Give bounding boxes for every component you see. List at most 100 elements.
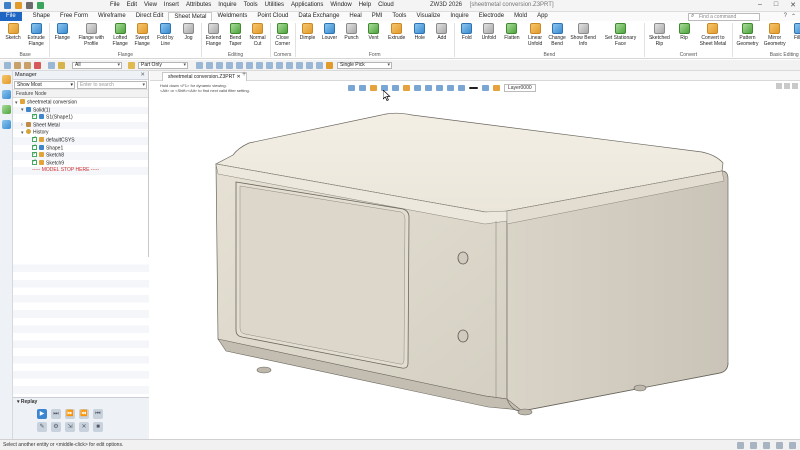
pick-mode-select[interactable]: Single Pick [337,62,392,69]
flange-button[interactable]: Flange [51,23,73,41]
part-filter-icon[interactable] [128,62,135,69]
menu-help[interactable]: Help [359,2,371,8]
new-file-icon[interactable] [15,2,22,9]
maximize-icon[interactable]: □ [774,1,778,9]
rip-button[interactable]: Rip [673,23,695,41]
status-ortho-icon[interactable] [776,442,783,449]
open-file-icon[interactable] [26,2,33,9]
app-logo-icon[interactable] [4,2,11,9]
show-filter-select[interactable]: Show Most [14,81,75,89]
sketched-rip-button[interactable]: Sketched Rip [646,23,673,47]
change-bend-button[interactable]: Change Bend [546,23,568,47]
menu-cloud[interactable]: Cloud [378,2,394,8]
extend-flange-button[interactable]: Extend Flange [203,23,225,47]
manager-search-input[interactable]: Enter to search [77,81,147,89]
sheet-metal-model[interactable] [150,81,800,439]
tab-free-form[interactable]: Free Form [55,12,93,21]
unfold-button[interactable]: Unfold [478,23,500,41]
tab-sheet-metal[interactable]: Sheet Metal [168,12,213,21]
tab-visualize[interactable]: Visualize [411,12,445,21]
fast-backward-icon[interactable]: ⏪ [79,409,89,419]
close-corner-button[interactable]: Close Corner [272,23,294,47]
history-manager-icon[interactable] [1,75,11,84]
visibility-checkbox[interactable] [32,113,37,120]
pick-solid-icon[interactable] [266,62,273,69]
filter-select[interactable]: All [72,62,122,69]
tab-mold[interactable]: Mold [509,12,532,21]
pick-plane-icon[interactable] [286,62,293,69]
flatten-button[interactable]: Flatten [500,23,524,41]
sketch-button[interactable]: Sketch [2,23,24,41]
layer-icon[interactable] [48,62,55,69]
hole-button[interactable]: Hole [409,23,431,41]
assembly-manager-icon[interactable] [1,90,11,99]
pick-datum-icon[interactable] [306,62,313,69]
normal-cut-button[interactable]: Normal Cut [247,23,269,47]
mirror-button[interactable]: Mirror Geometry [761,23,788,47]
pick-settings-icon[interactable] [326,62,333,69]
tab-wireframe[interactable]: Wireframe [93,12,131,21]
status-grid-icon[interactable] [737,442,744,449]
tree-item[interactable]: Sketch9 [13,158,148,168]
status-fullscreen-icon[interactable] [789,442,796,449]
visibility-checkbox[interactable] [32,158,37,166]
fast-forward-icon[interactable]: ⏩ [65,409,75,419]
flange-profile-button[interactable]: Flange with Profile [73,23,109,47]
lofted-flange-button[interactable]: Lofted Flange [109,23,131,47]
louver-button[interactable]: Louver [319,23,341,41]
linear-unfold-button[interactable]: Linear Unfold [524,23,546,47]
tab-shape[interactable]: Shape [28,12,55,21]
pin-icon[interactable]: ✕ [140,71,145,80]
tab-data-exchange[interactable]: Data Exchange [293,12,344,21]
pick-curve-icon[interactable] [246,62,253,69]
redo-icon[interactable] [24,62,31,69]
menu-utilities[interactable]: Utilities [265,2,284,8]
visibility-checkbox[interactable] [32,143,37,151]
extrude-flange-button[interactable]: Extrude Flange [24,23,48,47]
play-icon[interactable]: ▶ [37,409,47,419]
vent-button[interactable]: Vent [363,23,385,41]
status-view-icon[interactable] [763,442,770,449]
tree-item[interactable]: ----- MODEL STOP HERE ----- [13,167,148,175]
add-button[interactable]: Add [431,23,453,41]
swept-flange-button[interactable]: Swept Flange [131,23,153,47]
pick-body-icon[interactable] [236,62,243,69]
cancel-icon[interactable]: ✕ [79,422,89,432]
stop-icon[interactable]: ■ [93,422,103,432]
tab-direct-edit[interactable]: Direct Edit [131,12,169,21]
undo-icon[interactable] [14,62,21,69]
fold-button[interactable]: Fold [456,23,478,41]
pick-sketch-icon[interactable] [276,62,283,69]
edit-icon[interactable]: ✎ [37,422,47,432]
menu-insert[interactable]: Insert [164,2,179,8]
jog-button[interactable]: Jog [178,23,200,41]
tab-electrode[interactable]: Electrode [474,12,509,21]
new-tab-icon[interactable]: + [242,71,246,78]
punch-button[interactable]: Punch [341,23,363,41]
bend-taper-button[interactable]: Bend Taper [225,23,247,47]
close-icon[interactable]: ✕ [790,1,796,9]
roll-icon[interactable]: ⇲ [65,422,75,432]
snap-icon[interactable] [196,62,203,69]
menu-file[interactable]: File [110,2,120,8]
tab-weldments[interactable]: Weldments [212,12,252,21]
pick-all-icon[interactable] [256,62,263,69]
minimize-icon[interactable]: – [758,1,762,9]
replay-title[interactable]: ▾ Replay [13,398,149,406]
tab-point-cloud[interactable]: Point Cloud [252,12,293,21]
tree-item[interactable]: › Sheet Metal [13,121,148,130]
menu-attributes[interactable]: Attributes [186,2,211,8]
bend-info-button[interactable]: Show Bend Info [568,23,598,47]
tab-inquire[interactable]: Inquire [445,12,473,21]
dimple-button[interactable]: Dimple [297,23,319,41]
visibility-checkbox[interactable] [32,151,37,158]
pick-text-icon[interactable] [316,62,323,69]
help-icon[interactable]: ? [784,13,787,20]
pick-face-icon[interactable] [226,62,233,69]
tab-tools[interactable]: Tools [387,12,411,21]
tree-item[interactable]: S1(Shape1) [13,113,148,122]
settings-icon[interactable]: ⚙ [51,422,61,432]
tree-item[interactable]: ▾ sheetmetal conversion [13,99,148,107]
select-icon[interactable] [4,62,11,69]
extrude-button[interactable]: Extrude [385,23,409,41]
